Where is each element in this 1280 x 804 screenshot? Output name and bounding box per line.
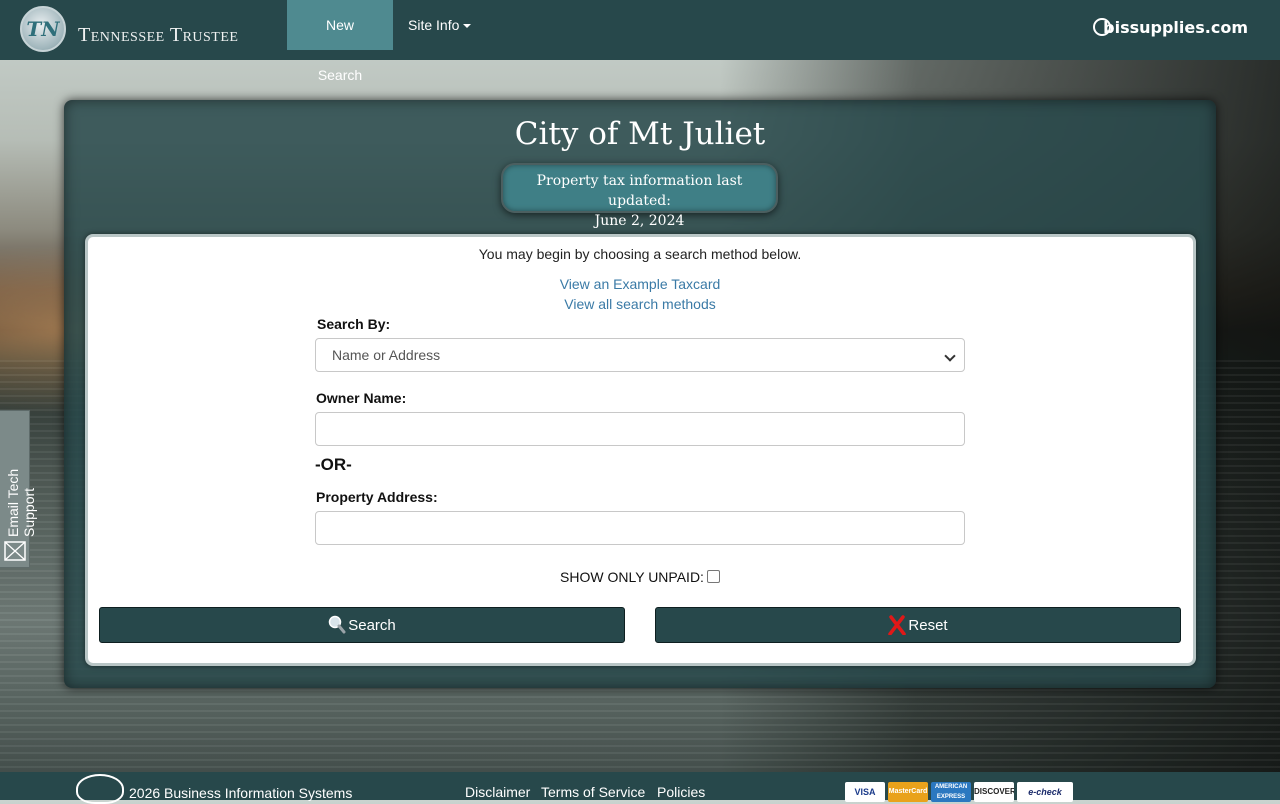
nav-site-info-label: Site Info: [408, 17, 460, 33]
footer: 2026 Business Information Systems Discla…: [0, 772, 1280, 804]
search-by-select[interactable]: Name or Address: [315, 338, 965, 372]
discover-card-icon: DISCOVER: [974, 782, 1014, 802]
nav-site-info[interactable]: Site Info: [393, 0, 486, 50]
or-separator: -OR-: [315, 455, 352, 474]
last-updated-date: June 2, 2024: [594, 213, 685, 229]
nav-new-search[interactable]: New Search: [287, 0, 393, 83]
red-x-icon: [888, 615, 907, 635]
all-search-methods-link[interactable]: View all search methods: [0, 296, 1280, 312]
owner-name-input[interactable]: [315, 412, 965, 446]
caret-down-icon: [463, 24, 472, 29]
intro-text: You may begin by choosing a search metho…: [478, 246, 802, 262]
example-taxcard-link[interactable]: View an Example Taxcard: [0, 276, 1280, 292]
echeck-card-icon: e-check: [1017, 782, 1073, 802]
envelope-icon: [4, 541, 26, 561]
last-updated-badge: Property tax information last updated: J…: [501, 163, 778, 229]
magnifier-icon: [328, 615, 346, 634]
email-tech-support-tab[interactable]: Email Tech Support: [0, 410, 37, 568]
disclaimer-link[interactable]: Disclaimer: [465, 784, 530, 800]
top-navbar: TN Tennessee Trustee New Search Site Inf…: [0, 0, 1280, 83]
last-updated-label: Property tax information last updated:: [536, 173, 743, 209]
visa-card-icon: VISA: [845, 782, 885, 802]
copyright-text: 2026 Business Information Systems: [129, 785, 353, 801]
property-address-label: Property Address:: [316, 489, 438, 505]
bissupplies-logo[interactable]: bissupplies.com: [1093, 17, 1248, 38]
bis-ring-icon: [1093, 17, 1112, 36]
terms-of-service-link[interactable]: Terms of Service: [541, 784, 645, 800]
bissupplies-text: bissupplies.com: [1103, 18, 1248, 37]
owner-name-label: Owner Name:: [316, 390, 407, 406]
email-tech-support-label: Email Tech Support: [5, 468, 37, 537]
tn-logo[interactable]: TN: [20, 6, 66, 52]
mastercard-card-icon: MasterCard: [888, 782, 928, 802]
amex-card-icon: AMERICAN EXPRESS: [931, 782, 971, 802]
show-unpaid-label: SHOW ONLY UNPAID:: [560, 569, 704, 585]
search-by-value: Name or Address: [332, 347, 441, 363]
property-address-input[interactable]: [315, 511, 965, 545]
chevron-down-icon: [944, 350, 956, 362]
payment-cards: VISA MasterCard AMERICAN EXPRESS DISCOVE…: [845, 782, 1073, 802]
brand-title[interactable]: Tennessee Trustee: [78, 24, 238, 47]
search-button[interactable]: Search: [99, 607, 625, 643]
page-title: City of Mt Juliet: [514, 116, 766, 152]
show-unpaid-row: SHOW ONLY UNPAID:: [0, 569, 1280, 585]
reset-button[interactable]: Reset: [655, 607, 1181, 643]
policies-link[interactable]: Policies: [657, 784, 705, 800]
search-button-label: Search: [348, 616, 396, 634]
search-by-label: Search By:: [317, 316, 391, 332]
reset-button-label: Reset: [908, 616, 948, 634]
show-unpaid-checkbox[interactable]: [706, 570, 720, 583]
tn-logo-text: TN: [26, 17, 60, 41]
